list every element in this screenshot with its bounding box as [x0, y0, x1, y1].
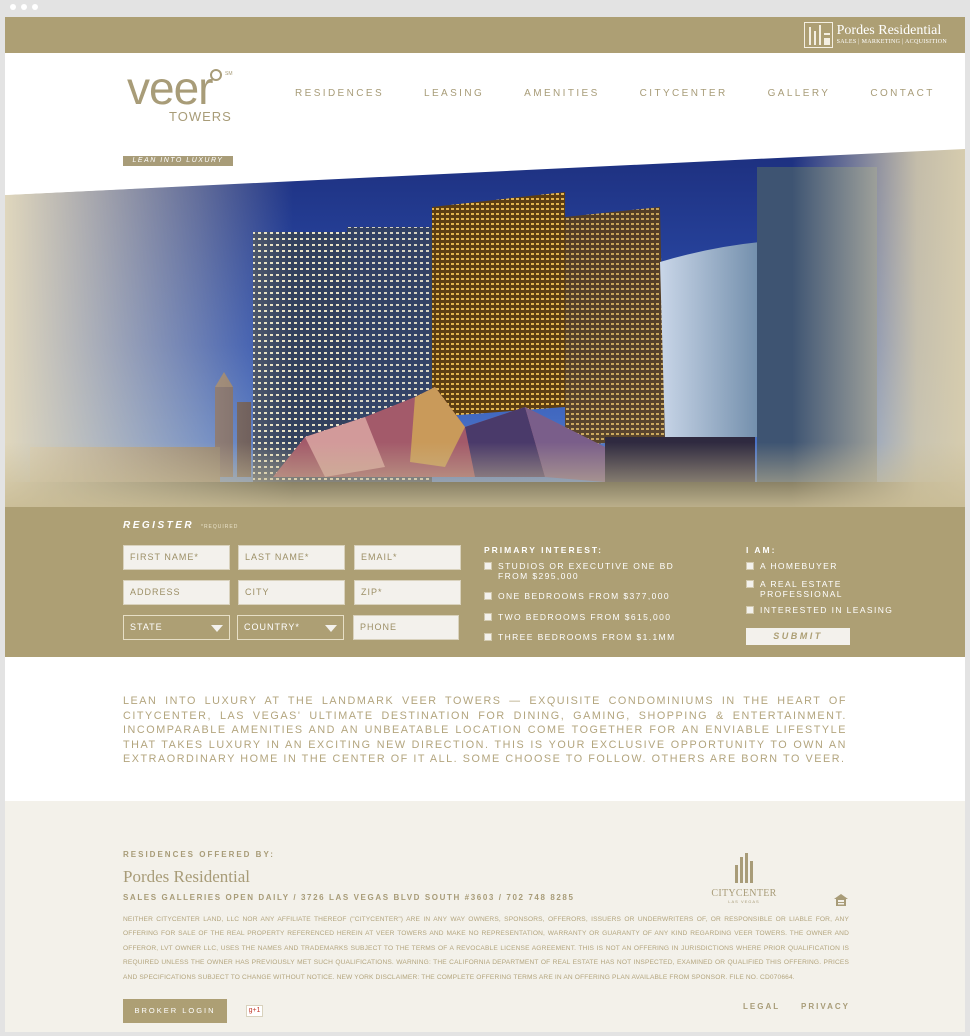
i-am-option-label: A HOMEBUYER: [760, 561, 838, 571]
i-am-option-label: A REAL ESTATE PROFESSIONAL: [760, 579, 843, 599]
checkbox[interactable]: [484, 633, 492, 641]
window-dot: [21, 4, 27, 10]
veer-degree-mark: [210, 69, 222, 81]
phone-field[interactable]: PHONE: [353, 615, 459, 640]
i-am-option[interactable]: A REAL ESTATE PROFESSIONAL: [746, 579, 856, 599]
pordes-tagline: SALES | MARKETING | ACQUISITION: [836, 39, 947, 45]
i-am-option[interactable]: INTERESTED IN LEASING: [746, 605, 893, 615]
citycenter-sub: LAS VEGAS: [728, 899, 760, 904]
nav-amenities[interactable]: AMENITIES: [524, 88, 600, 99]
privacy-link[interactable]: PRIVACY: [801, 1002, 850, 1011]
offered-by-label: RESIDENCES OFFERED BY:: [123, 850, 275, 859]
address-field[interactable]: ADDRESS: [123, 580, 230, 605]
checkbox[interactable]: [484, 562, 492, 570]
submit-button[interactable]: SUBMIT: [746, 628, 850, 645]
checkbox[interactable]: [746, 562, 754, 570]
interest-option-label: STUDIOS OR EXECUTIVE ONE BD FROM $295,00…: [498, 561, 675, 581]
interest-option-label: TWO BEDROOMS FROM $615,000: [498, 612, 672, 622]
page-frame: Pordes Residential SALES | MARKETING | A…: [5, 17, 965, 1032]
checkbox[interactable]: [484, 592, 492, 600]
sales-galleries-info: SALES GALLERIES OPEN DAILY / 3726 LAS VE…: [123, 893, 575, 902]
nav-contact[interactable]: CONTACT: [870, 88, 934, 99]
checkbox[interactable]: [484, 613, 492, 621]
veer-towers-logo-overlay[interactable]: veer SM TOWERS: [127, 62, 267, 124]
state-select[interactable]: STATE: [123, 615, 230, 640]
state-select-label: STATE: [130, 622, 163, 632]
i-am-title: I AM:: [746, 545, 777, 555]
register-title: REGISTER: [123, 520, 195, 531]
equal-housing-icon: [834, 894, 848, 906]
chevron-down-icon: [211, 625, 223, 632]
country-select[interactable]: COUNTRY*: [237, 615, 344, 640]
legal-link[interactable]: LEGAL: [743, 1002, 780, 1011]
service-mark: SM: [225, 71, 233, 77]
chevron-down-icon: [325, 625, 337, 632]
interest-option-label: ONE BEDROOMS FROM $377,000: [498, 591, 670, 601]
zip-field[interactable]: ZIP*: [354, 580, 461, 605]
window-dot: [32, 4, 38, 10]
main-nav-overlay: RESIDENCES LEASING AMENITIES CITYCENTER …: [295, 88, 935, 99]
city-skyline-illustration: [5, 147, 965, 507]
register-form: REGISTER *REQUIRED FIRST NAME* LAST NAME…: [5, 507, 965, 657]
i-am-option-label: INTERESTED IN LEASING: [760, 605, 894, 615]
nav-residences[interactable]: RESIDENCES: [295, 88, 384, 99]
hero-image: [5, 147, 965, 507]
country-select-label: COUNTRY*: [244, 622, 300, 632]
email-field[interactable]: EMAIL*: [354, 545, 461, 570]
google-plus-one-button[interactable]: g+1: [246, 1005, 263, 1017]
primary-interest-title: PRIMARY INTEREST:: [484, 545, 604, 555]
broker-login-button[interactable]: BROKER LOGIN: [123, 999, 227, 1023]
pordes-logo[interactable]: Pordes Residential SALES | MARKETING | A…: [803, 22, 947, 48]
last-name-field[interactable]: LAST NAME*: [238, 545, 345, 570]
interest-option[interactable]: ONE BEDROOMS FROM $377,000: [484, 591, 670, 601]
top-bar: Pordes Residential SALES | MARKETING | A…: [5, 17, 965, 53]
nav-leasing[interactable]: LEASING: [424, 88, 484, 99]
veer-towers-label: TOWERS: [169, 109, 232, 124]
checkbox[interactable]: [746, 606, 754, 614]
window-controls: [10, 4, 38, 10]
intro-paragraph: LEAN INTO LUXURY AT THE LANDMARK VEER TO…: [123, 695, 847, 765]
city-field[interactable]: CITY: [238, 580, 345, 605]
citycenter-towers-icon: [735, 853, 753, 883]
pordes-name: Pordes Residential: [836, 23, 942, 38]
lean-into-luxury-tag: LEAN INTO LUXURY: [123, 156, 233, 166]
i-am-option[interactable]: A HOMEBUYER: [746, 561, 838, 571]
pordes-footer-name: Pordes Residential: [123, 867, 251, 886]
legal-disclaimer: NEITHER CITYCENTER LAND, LLC NOR ANY AFF…: [123, 916, 849, 981]
citycenter-logo[interactable]: CITYCENTER LAS VEGAS: [705, 853, 783, 904]
interest-option[interactable]: STUDIOS OR EXECUTIVE ONE BD FROM $295,00…: [484, 561, 684, 581]
first-name-field[interactable]: FIRST NAME*: [123, 545, 230, 570]
citycenter-name: CITYCENTER: [711, 888, 777, 899]
nav-gallery[interactable]: GALLERY: [768, 88, 831, 99]
footer: RESIDENCES OFFERED BY: Pordes Residentia…: [5, 801, 965, 1032]
checkbox[interactable]: [746, 580, 754, 588]
pordes-building-icon: [803, 22, 833, 48]
interest-option[interactable]: THREE BEDROOMS FROM $1.1MM: [484, 632, 676, 642]
interest-option-label: THREE BEDROOMS FROM $1.1MM: [498, 632, 676, 642]
required-note: *REQUIRED: [201, 524, 239, 530]
veer-wordmark: veer: [127, 62, 213, 114]
window-dot: [10, 4, 16, 10]
nav-citycenter[interactable]: CITYCENTER: [640, 88, 728, 99]
interest-option[interactable]: TWO BEDROOMS FROM $615,000: [484, 612, 671, 622]
